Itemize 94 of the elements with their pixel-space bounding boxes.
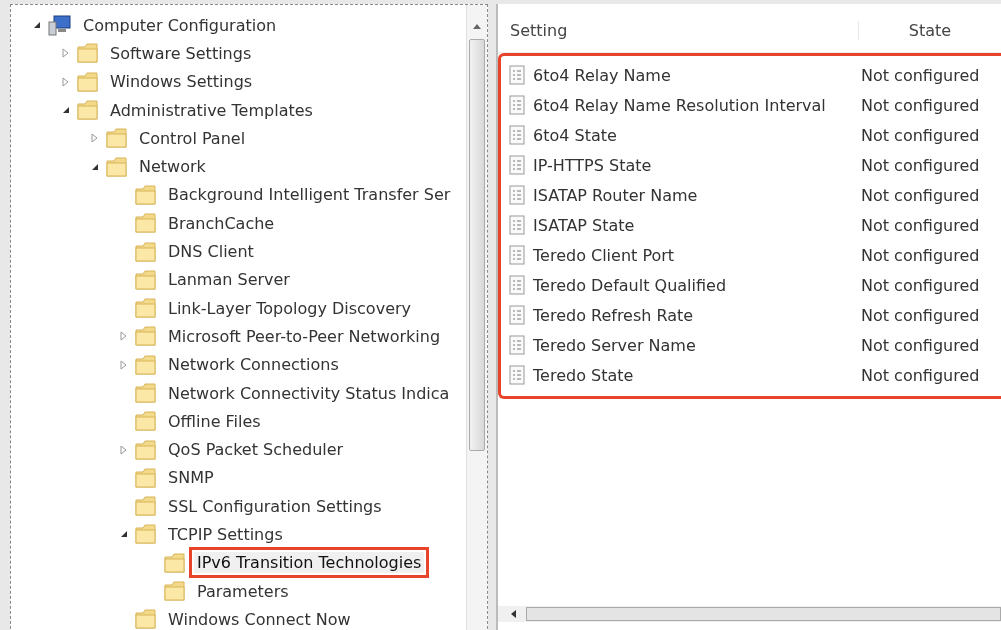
setting-state: Not configured bbox=[861, 215, 981, 235]
column-header[interactable]: Setting bbox=[498, 20, 858, 40]
setting-name[interactable]: IP-HTTPS State bbox=[533, 155, 652, 175]
column-header[interactable]: State bbox=[858, 20, 1001, 40]
tree-item[interactable]: BranchCache bbox=[165, 212, 278, 234]
folder-icon bbox=[135, 439, 157, 460]
collapsed-arrow-icon[interactable] bbox=[62, 48, 70, 59]
tree-item[interactable]: Background Intelligent Transfer Ser bbox=[165, 184, 454, 206]
tree-item[interactable]: Parameters bbox=[194, 580, 292, 602]
setting-name[interactable]: 6to4 Relay Name Resolution Interval bbox=[533, 95, 826, 115]
folder-icon bbox=[135, 326, 157, 347]
tree-item[interactable]: Windows Connect Now bbox=[165, 608, 354, 630]
policy-document-icon bbox=[509, 365, 525, 385]
folder-icon bbox=[77, 71, 99, 92]
collapsed-arrow-icon[interactable] bbox=[91, 133, 99, 144]
tree-item[interactable]: Software Settings bbox=[107, 42, 255, 64]
folder-icon bbox=[135, 184, 157, 205]
setting-state: Not configured bbox=[861, 365, 981, 385]
policy-document-icon bbox=[509, 95, 525, 115]
policy-document-icon bbox=[509, 335, 525, 355]
folder-icon bbox=[164, 552, 186, 573]
collapsed-arrow-icon[interactable] bbox=[120, 444, 128, 455]
setting-state: Not configured bbox=[861, 245, 981, 265]
tree-item[interactable]: SNMP bbox=[165, 467, 217, 489]
tree-item[interactable]: Control Panel bbox=[136, 127, 249, 149]
tree-item[interactable]: Computer Configuration bbox=[80, 14, 280, 36]
folder-icon bbox=[135, 467, 157, 488]
folder-icon bbox=[106, 128, 128, 149]
policy-document-icon bbox=[509, 155, 525, 175]
folder-icon bbox=[135, 298, 157, 319]
tree-item[interactable]: Network Connections bbox=[165, 354, 342, 376]
setting-state: Not configured bbox=[861, 95, 981, 115]
collapsed-arrow-icon[interactable] bbox=[62, 76, 70, 87]
setting-name[interactable]: 6to4 Relay Name bbox=[533, 65, 671, 85]
scroll-up-icon[interactable] bbox=[473, 23, 481, 29]
tree-item[interactable]: QoS Packet Scheduler bbox=[165, 439, 347, 461]
folder-icon bbox=[164, 581, 186, 602]
setting-name[interactable]: Teredo Refresh Rate bbox=[533, 305, 694, 325]
folder-icon bbox=[77, 43, 99, 64]
tree-item[interactable]: Administrative Templates bbox=[107, 99, 316, 121]
collapsed-arrow-icon[interactable] bbox=[120, 359, 128, 370]
folder-icon bbox=[135, 411, 157, 432]
setting-name[interactable]: Teredo Default Qualified bbox=[533, 275, 727, 295]
setting-name[interactable]: ISATAP State bbox=[533, 215, 635, 235]
setting-name[interactable]: ISATAP Router Name bbox=[533, 185, 698, 205]
tree-item[interactable]: SSL Configuration Settings bbox=[165, 495, 385, 517]
policy-document-icon bbox=[509, 185, 525, 205]
setting-name[interactable]: Teredo State bbox=[533, 365, 634, 385]
vertical-scrollbar[interactable] bbox=[466, 5, 487, 630]
setting-state: Not configured bbox=[861, 305, 981, 325]
scroll-thumb[interactable] bbox=[469, 39, 485, 451]
collapsed-arrow-icon[interactable] bbox=[120, 331, 128, 342]
folder-icon bbox=[135, 609, 157, 630]
folder-icon bbox=[106, 156, 128, 177]
policy-document-icon bbox=[509, 275, 525, 295]
expanded-arrow-icon[interactable] bbox=[33, 21, 41, 30]
setting-state: Not configured bbox=[861, 275, 981, 295]
tree-item[interactable]: Network Connectivity Status Indica bbox=[165, 382, 453, 404]
setting-state: Not configured bbox=[861, 335, 981, 355]
horizontal-scrollbar[interactable] bbox=[498, 606, 1001, 622]
expanded-arrow-icon[interactable] bbox=[62, 106, 70, 115]
expanded-arrow-icon[interactable] bbox=[91, 162, 99, 171]
tree-item[interactable]: Windows Settings bbox=[107, 71, 256, 93]
expanded-arrow-icon[interactable] bbox=[120, 530, 128, 539]
tree-item[interactable]: DNS Client bbox=[165, 241, 257, 262]
setting-state: Not configured bbox=[861, 155, 981, 175]
folder-icon bbox=[135, 213, 157, 234]
policy-document-icon bbox=[509, 215, 525, 235]
folder-icon bbox=[135, 269, 157, 290]
setting-state: Not configured bbox=[861, 125, 981, 145]
folder-icon bbox=[135, 524, 157, 545]
folder-icon bbox=[77, 100, 99, 121]
setting-name[interactable]: 6to4 State bbox=[533, 125, 617, 145]
folder-icon bbox=[135, 496, 157, 517]
setting-name[interactable]: Teredo Server Name bbox=[533, 335, 696, 355]
policy-document-icon bbox=[509, 125, 525, 145]
setting-name[interactable]: Teredo Client Port bbox=[533, 245, 675, 265]
tree-item[interactable]: Network bbox=[136, 156, 209, 178]
tree-item[interactable]: Offline Files bbox=[165, 410, 264, 432]
tree-item[interactable]: TCPIP Settings bbox=[165, 524, 286, 545]
policy-document-icon bbox=[509, 245, 525, 265]
folder-icon bbox=[135, 241, 157, 262]
setting-state: Not configured bbox=[861, 65, 981, 85]
tree-item[interactable]: Link-Layer Topology Discovery bbox=[165, 297, 414, 319]
tree-item[interactable]: Lanman Server bbox=[165, 269, 293, 291]
computer-icon bbox=[48, 14, 72, 37]
policy-document-icon bbox=[509, 305, 525, 325]
folder-icon bbox=[135, 354, 157, 375]
tree-item[interactable]: Microsoft Peer-to-Peer Networking bbox=[165, 325, 444, 347]
setting-state: Not configured bbox=[861, 185, 981, 205]
scroll-thumb[interactable] bbox=[526, 607, 1001, 621]
scroll-left-icon[interactable] bbox=[510, 610, 516, 618]
folder-icon bbox=[135, 383, 157, 403]
policy-document-icon bbox=[509, 65, 525, 85]
